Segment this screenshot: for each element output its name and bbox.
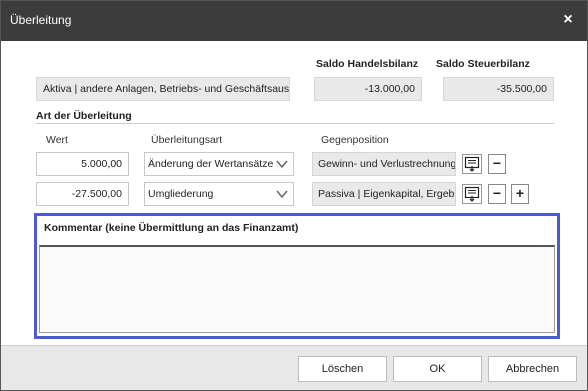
footer: Löschen OK Abbrechen	[1, 345, 587, 390]
chevron-down-icon	[276, 190, 288, 199]
list-picker-icon	[464, 156, 480, 172]
saldo-steuerbilanz-label: Saldo Steuerbilanz	[436, 58, 530, 70]
saldo-steuerbilanz-value: -35.500,00	[443, 77, 554, 101]
comment-textarea[interactable]	[39, 245, 555, 333]
list-picker-icon	[464, 186, 480, 202]
chevron-down-icon	[276, 160, 288, 169]
section-divider	[36, 123, 554, 124]
close-icon[interactable]: ×	[559, 10, 577, 30]
saldo-handelsbilanz-value: -13.000,00	[314, 77, 422, 101]
column-wert-label: Wert	[46, 134, 68, 146]
column-gegenposition-label: Gegenposition	[321, 134, 389, 146]
ueberleitungsart-select[interactable]: Änderung der Wertansätze	[144, 152, 294, 176]
dialog: Überleitung × Saldo Handelsbilanz Saldo …	[0, 0, 588, 391]
select-value: Umgliederung	[148, 188, 214, 200]
column-art-label: Überleitungsart	[151, 134, 223, 146]
select-account-button[interactable]	[462, 184, 482, 204]
select-account-button[interactable]	[462, 154, 482, 174]
remove-row-button[interactable]: −	[488, 184, 506, 204]
wert-input[interactable]: 5.000,00	[36, 152, 129, 176]
remove-row-button[interactable]: −	[488, 154, 506, 174]
gegenposition-field[interactable]: Passiva | Eigenkapital, Ergebn	[312, 182, 456, 206]
comment-section: Kommentar (keine Übermittlung an das Fin…	[34, 213, 560, 339]
delete-button[interactable]: Löschen	[298, 356, 387, 382]
saldo-handelsbilanz-label: Saldo Handelsbilanz	[316, 58, 419, 70]
wert-input[interactable]: -27.500,00	[36, 182, 129, 206]
comment-label: Kommentar (keine Übermittlung an das Fin…	[44, 222, 299, 234]
add-row-button[interactable]: +	[511, 184, 529, 204]
account-field: Aktiva | andere Anlagen, Betriebs- und G…	[36, 77, 290, 101]
cancel-button[interactable]: Abbrechen	[488, 356, 577, 382]
select-value: Änderung der Wertansätze	[148, 158, 274, 170]
dialog-title: Überleitung	[10, 13, 72, 27]
title-bar: Überleitung ×	[1, 1, 587, 41]
ueberleitungsart-select[interactable]: Umgliederung	[144, 182, 294, 206]
gegenposition-field[interactable]: Gewinn- und Verlustrechnung	[312, 152, 456, 176]
ok-button[interactable]: OK	[393, 356, 482, 382]
section-title: Art der Überleitung	[36, 110, 132, 122]
